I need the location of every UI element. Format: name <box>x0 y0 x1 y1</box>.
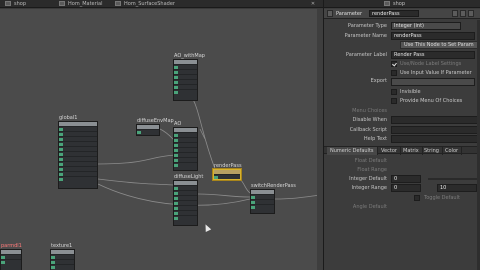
help-icon[interactable] <box>460 10 466 17</box>
parameter-name-field[interactable]: renderPass <box>391 32 475 40</box>
row-use-node-name: Use This Node to Set Param <box>324 41 480 49</box>
folder-icon <box>5 1 11 6</box>
row-disable-when: Disable When <box>324 116 480 124</box>
tab-string[interactable]: String <box>421 147 443 155</box>
node-texture1[interactable]: texture1 <box>50 243 75 270</box>
int-default-field[interactable]: 0 <box>391 175 421 183</box>
tab-shop[interactable]: shop <box>2 0 29 8</box>
disable-when-field[interactable] <box>391 116 478 124</box>
row-invisible: Invisible <box>324 88 480 96</box>
node-switch-render-pass[interactable]: switchRenderPass <box>250 183 296 214</box>
wire <box>274 194 321 200</box>
tab-hom-material[interactable]: Hom_Material <box>56 0 106 8</box>
parameter-panel: shop Parameter renderPass Parameter Type… <box>323 0 480 270</box>
tab-vector[interactable]: Vector <box>378 147 401 155</box>
row-callback-script: Callback Script <box>324 126 480 134</box>
defaults-tab-bar: Numeric Defaults Vector Matrix String Co… <box>324 146 480 155</box>
panel-tab-bar: shop <box>324 0 480 8</box>
int-range-min-field[interactable]: 0 <box>391 184 421 192</box>
row-export: Export Use Input Value If Parameter <box>370 70 472 84</box>
provide-menu-checkbox[interactable] <box>391 98 397 104</box>
int-default-slider[interactable] <box>428 178 478 180</box>
input-value-checkbox[interactable] <box>391 70 397 76</box>
int-range-max-field[interactable]: 10 <box>437 184 477 192</box>
node-ao[interactable]: AO <box>173 121 198 171</box>
row-parameter-type: Parameter Type Integer (int) <box>324 22 480 30</box>
parameter-header: Parameter renderPass <box>324 9 480 19</box>
help-text-field[interactable] <box>391 135 478 143</box>
parameter-label-field[interactable]: Render Pass <box>391 51 475 59</box>
shader-icon <box>115 1 121 6</box>
node-diffuse-envmap[interactable]: diffuseEnvMap <box>136 118 174 136</box>
node-name-field[interactable]: renderPass <box>369 10 419 17</box>
node-type-icon <box>327 10 333 17</box>
row-parameter-label: Parameter Label Render Pass <box>324 51 480 59</box>
network-editor[interactable]: AO_withMap diffuseEnvMap AO global1 diff… <box>0 9 323 270</box>
wire <box>97 154 177 165</box>
tab-panel-shop[interactable]: shop <box>384 0 405 8</box>
row-help-text: Help Text <box>324 135 480 143</box>
row-menu-choices: Menu Choices <box>352 108 387 114</box>
parameter-type-select[interactable]: Integer (int) <box>391 22 461 30</box>
row-int-default: Integer Default 0 <box>324 175 480 183</box>
wire <box>197 193 251 198</box>
node-render-pass[interactable]: renderPass <box>213 163 242 180</box>
node-ao-withmap[interactable]: AO_withMap <box>173 53 205 101</box>
close-icon[interactable]: ✕ <box>308 0 318 8</box>
node-type-label: Parameter <box>336 11 363 17</box>
row-label-settings: Use/Node Label Settings <box>324 60 480 68</box>
tab-matrix[interactable]: Matrix <box>400 147 423 155</box>
tab-numeric-defaults[interactable]: Numeric Defaults <box>327 147 378 155</box>
label-settings-checkbox[interactable] <box>391 61 397 67</box>
row-angle-default: Angle Default <box>352 204 387 210</box>
row-export-select <box>324 78 480 86</box>
wire <box>239 178 251 194</box>
gear-icon[interactable] <box>452 10 458 17</box>
node-global1[interactable]: global1 <box>58 115 98 189</box>
export-select[interactable] <box>391 78 475 86</box>
row-float-range: Float Range <box>357 167 387 173</box>
material-icon <box>59 1 65 6</box>
row-int-range: Integer Range 0 10 <box>324 184 480 192</box>
row-provide-menu: Provide Menu Of Choices <box>324 97 480 105</box>
node-wires <box>97 93 321 206</box>
invisible-checkbox[interactable] <box>391 89 397 95</box>
network-tab-bar: shop Hom_Material Hom_SurfaceShader ✕ <box>0 0 323 8</box>
node-parmdl1[interactable]: parmdl1 <box>0 243 22 270</box>
wire <box>97 178 177 186</box>
node-diffuse-light[interactable]: diffuseLight <box>173 174 203 226</box>
tab-hom-surfaceshader[interactable]: Hom_SurfaceShader <box>112 0 178 8</box>
tab-color[interactable]: Color <box>442 147 463 155</box>
row-parameter-name: Parameter Name renderPass <box>324 32 480 40</box>
pin-icon[interactable] <box>468 10 474 17</box>
callback-script-field[interactable] <box>391 126 478 134</box>
row-float-default: Float Default <box>354 158 387 164</box>
use-node-name-button[interactable]: Use This Node to Set Param <box>400 41 478 49</box>
row-toggle-default: Toggle Default <box>324 194 480 202</box>
folder-icon <box>384 1 390 6</box>
toggle-default-checkbox[interactable] <box>414 195 420 201</box>
